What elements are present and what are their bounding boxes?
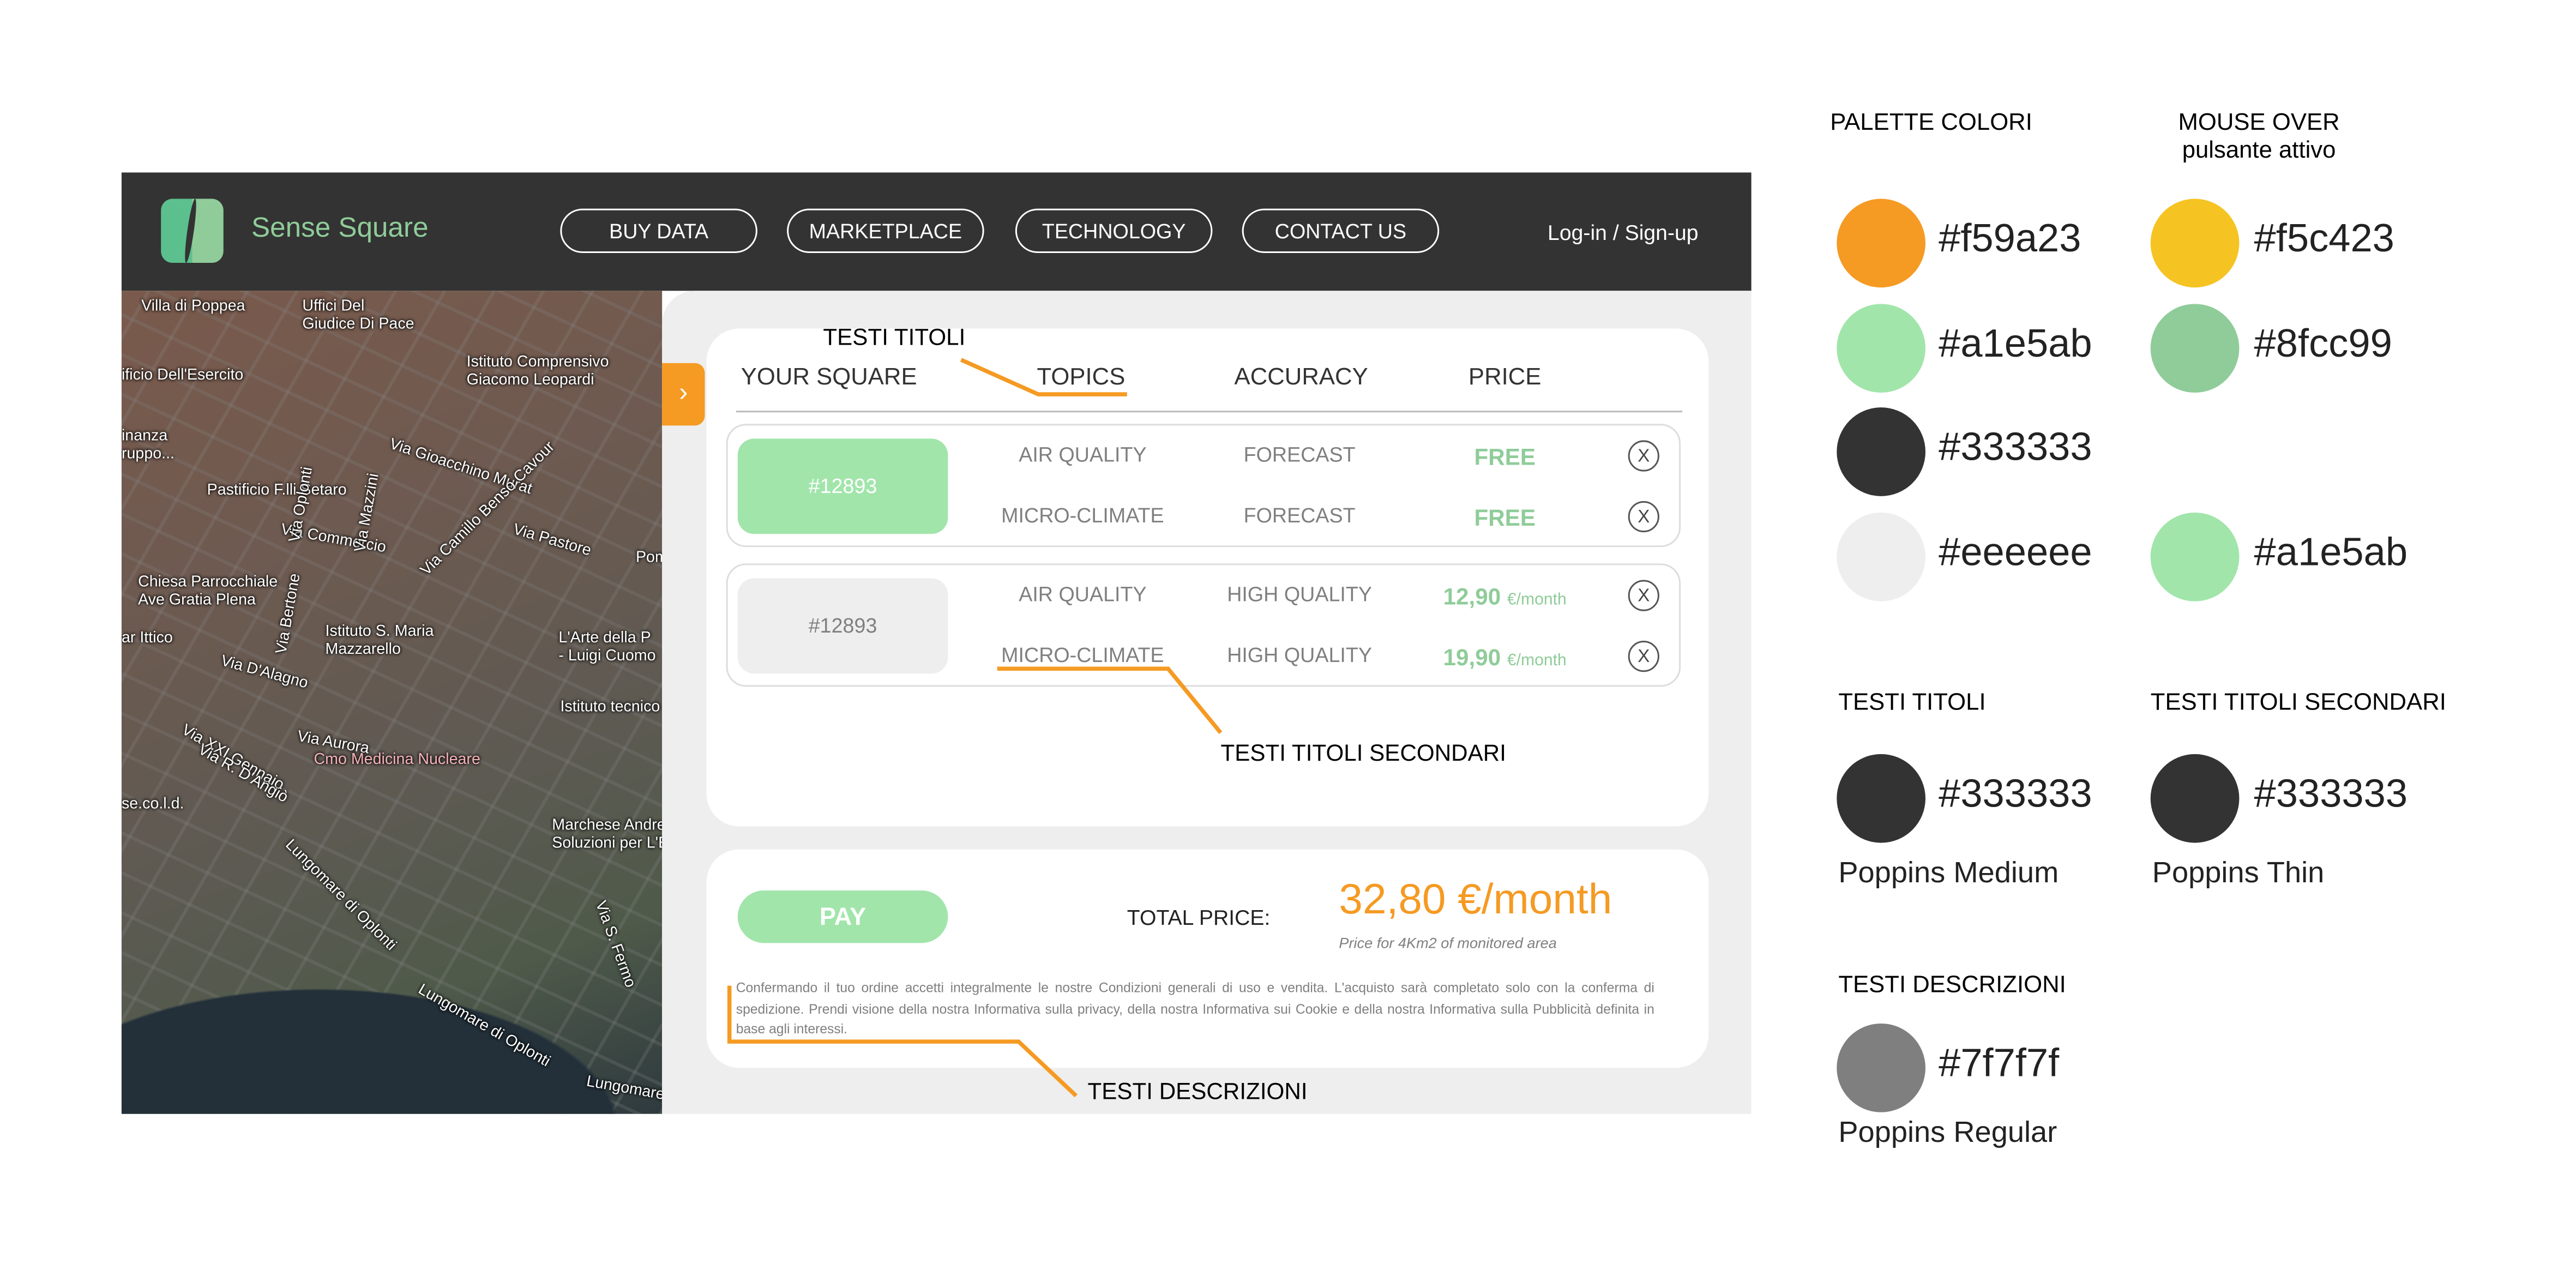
hover-color-swatch — [2150, 198, 2240, 288]
text-color-hex: #7f7f7f — [1939, 1042, 2060, 1086]
annotation-secondary: TESTI TITOLI SECONDARI — [1220, 739, 1506, 766]
color-hex: #a1e5ab — [1939, 322, 2092, 366]
font-name: Poppins Thin — [2152, 856, 2325, 889]
color-hex: #333333 — [1939, 425, 2092, 470]
text-color-hex: #333333 — [1939, 772, 2092, 817]
hover-color-hex: #8fcc99 — [2254, 322, 2392, 366]
hover-color-swatch — [2150, 512, 2240, 601]
design-sheet: Sense Square BUY DATA MARKETPLACE TECHNO… — [0, 0, 2576, 1288]
hover-subtitle: pulsante attivo — [2182, 138, 2336, 165]
text-style-label: TESTI TITOLI — [1838, 690, 1986, 717]
color-swatch — [1837, 512, 1926, 601]
hover-color-swatch — [2150, 304, 2240, 393]
color-swatch — [1837, 198, 1926, 288]
font-name: Poppins Regular — [1838, 1115, 2057, 1148]
annotation-titles: TESTI TITOLI — [823, 323, 966, 350]
text-color-swatch — [1837, 1023, 1926, 1112]
color-hex: #eeeeee — [1939, 531, 2092, 575]
hover-color-hex: #f5c423 — [2254, 216, 2394, 262]
color-hex: #f59a23 — [1939, 216, 2081, 262]
annotation-descriptions: TESTI DESCRIZIONI — [1087, 1078, 1308, 1104]
hover-title: MOUSE OVER — [2178, 110, 2340, 137]
text-style-label: TESTI DESCRIZIONI — [1838, 972, 2066, 999]
text-color-swatch — [1837, 754, 1926, 843]
font-name: Poppins Medium — [1838, 856, 2059, 889]
palette-title: PALETTE COLORI — [1830, 110, 2032, 137]
text-style-label: TESTI TITOLI SECONDARI — [2150, 690, 2446, 717]
color-swatch — [1837, 304, 1926, 393]
text-color-hex: #333333 — [2254, 772, 2408, 817]
hover-color-hex: #a1e5ab — [2254, 531, 2408, 575]
text-color-swatch — [2150, 754, 2240, 843]
color-swatch — [1837, 407, 1926, 496]
